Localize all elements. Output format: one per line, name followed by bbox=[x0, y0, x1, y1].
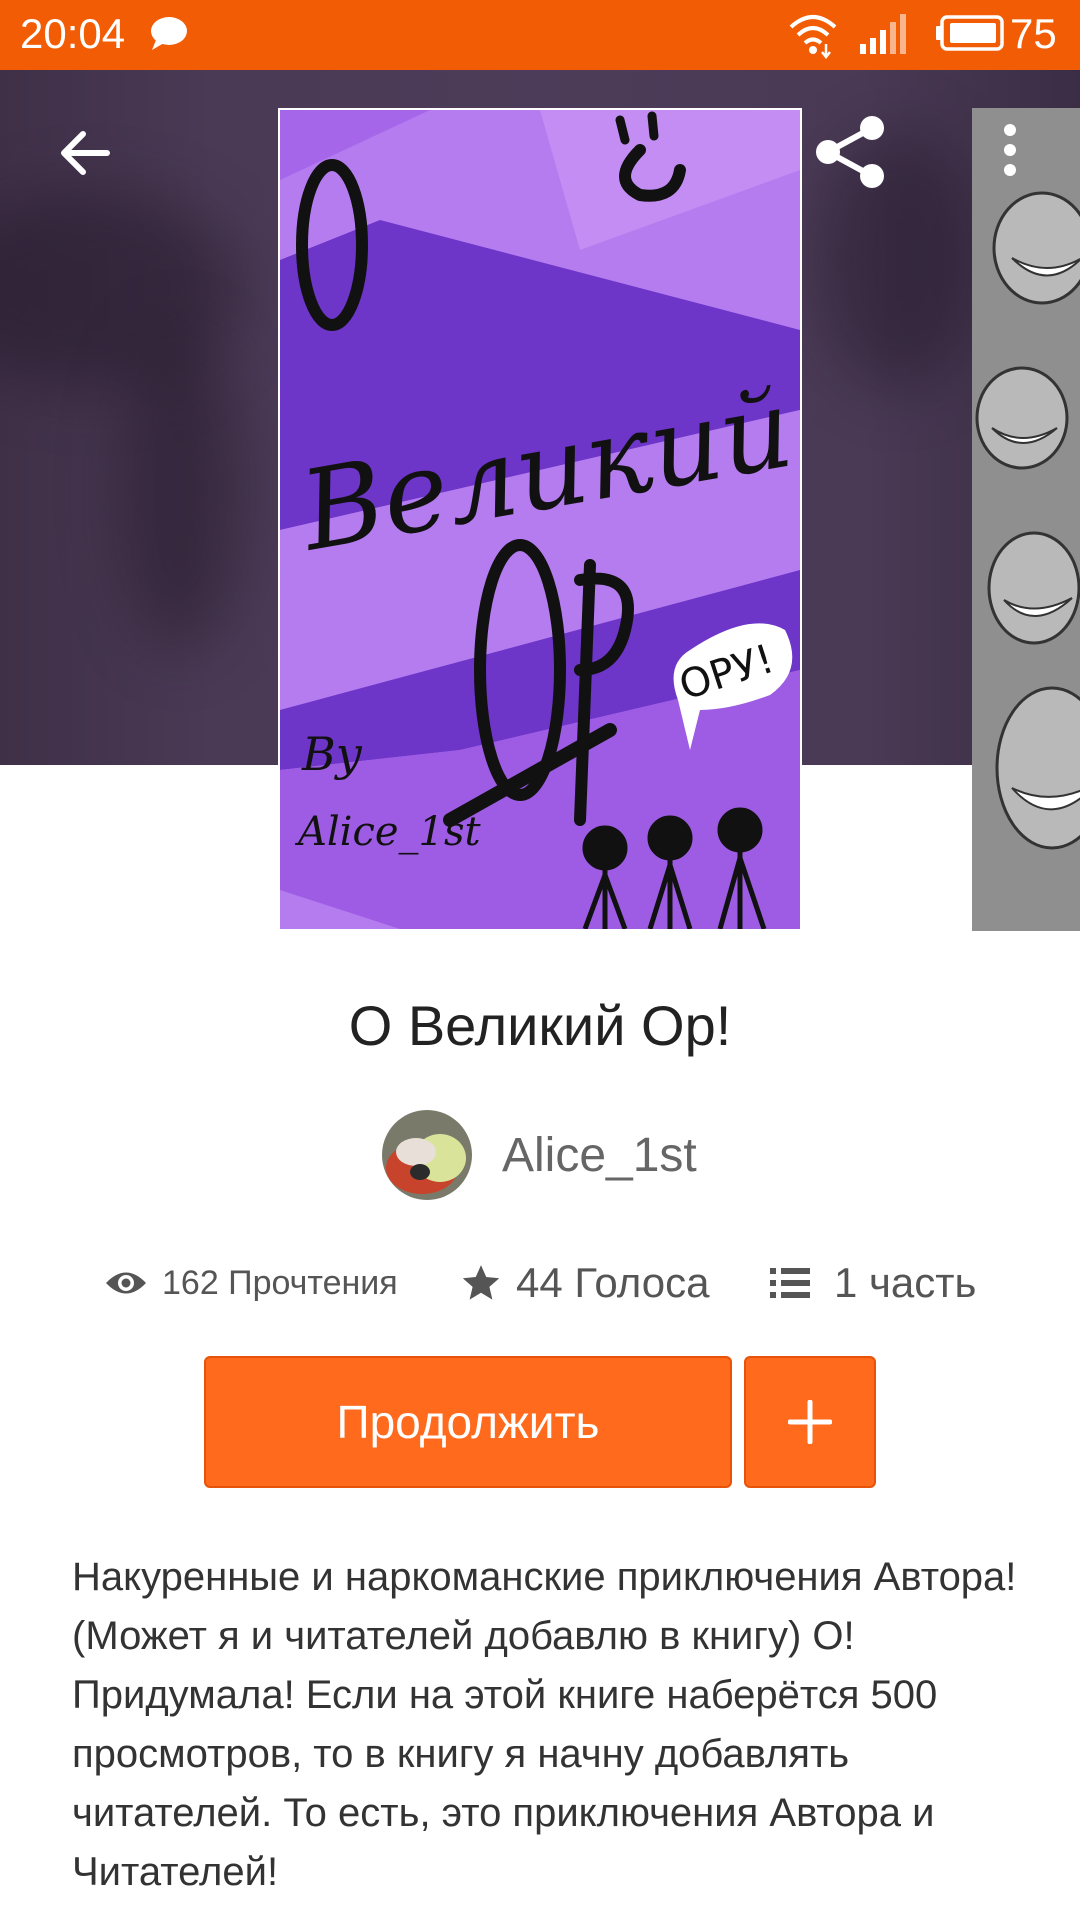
wifi-icon bbox=[789, 15, 837, 60]
share-icon bbox=[816, 116, 884, 188]
star-icon bbox=[462, 1265, 500, 1300]
cover-artwork: Великий ОРУ! By Alice_1st bbox=[280, 110, 800, 929]
stat-parts: 1 часть bbox=[770, 1253, 976, 1313]
more-vertical-icon bbox=[1004, 124, 1016, 176]
list-icon bbox=[770, 1268, 810, 1298]
back-button[interactable] bbox=[50, 118, 120, 188]
story-description: Накуренные и наркоманские приключения Ав… bbox=[72, 1555, 1028, 1894]
share-button[interactable] bbox=[810, 112, 890, 192]
parts-count: 1 часть bbox=[834, 1259, 977, 1306]
next-story-cover[interactable] bbox=[972, 108, 1080, 931]
stats-row: 162 Прочтения 44 Голоса 1 часть bbox=[0, 1253, 1080, 1313]
stat-reads: 162 Прочтения bbox=[104, 1253, 398, 1313]
continue-reading-button[interactable]: Продолжить bbox=[204, 1356, 732, 1488]
battery-icon bbox=[936, 15, 1004, 51]
votes-count: 44 Голоса bbox=[516, 1259, 710, 1306]
eye-icon bbox=[106, 1272, 146, 1294]
arrow-left-icon bbox=[61, 131, 110, 175]
battery-level: 75 bbox=[1010, 10, 1057, 57]
avatar[interactable] bbox=[382, 1110, 472, 1200]
avatar-image bbox=[382, 1110, 472, 1200]
add-to-library-button[interactable] bbox=[744, 1356, 876, 1488]
svg-text:By: By bbox=[301, 727, 363, 781]
more-button[interactable] bbox=[990, 118, 1030, 188]
status-time: 20:04 bbox=[20, 10, 126, 57]
status-bar: 20:04 75 bbox=[0, 0, 1080, 70]
reads-count: 162 Прочтения bbox=[162, 1263, 398, 1302]
story-title: О Великий Ор! bbox=[348, 994, 732, 1057]
stat-votes: 44 Голоса bbox=[460, 1253, 709, 1313]
svg-text:Alice_1st: Alice_1st bbox=[294, 809, 482, 855]
author-row[interactable]: Alice_1st bbox=[0, 1110, 1080, 1200]
next-cover-artwork bbox=[972, 108, 1080, 931]
story-cover[interactable]: Великий ОРУ! By Alice_1st bbox=[278, 108, 802, 931]
chat-icon bbox=[151, 17, 187, 50]
plus-icon bbox=[788, 1400, 832, 1444]
signal-icon bbox=[860, 14, 906, 54]
author-name[interactable]: Alice_1st bbox=[502, 1128, 697, 1184]
